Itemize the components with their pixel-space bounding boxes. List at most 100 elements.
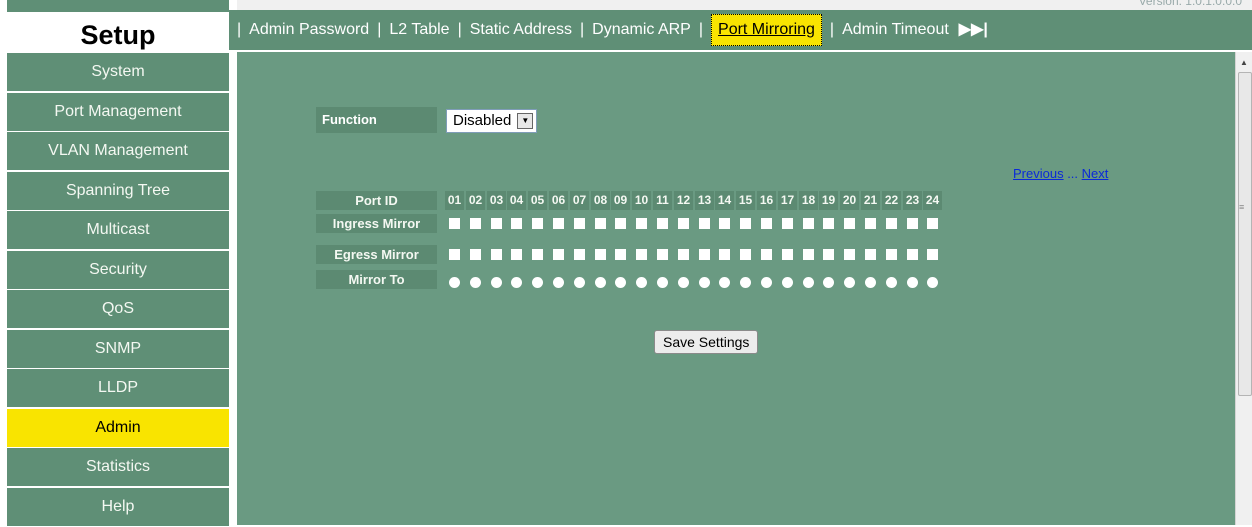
mirror-to-radio[interactable] bbox=[491, 277, 502, 288]
egress-mirror-checkbox[interactable] bbox=[449, 249, 460, 260]
mirror-to-radio[interactable] bbox=[511, 277, 522, 288]
mirror-to-radio[interactable] bbox=[595, 277, 606, 288]
function-select[interactable]: Disabled ▼ bbox=[446, 109, 538, 133]
ingress-mirror-checkbox[interactable] bbox=[865, 218, 876, 229]
egress-mirror-checkbox[interactable] bbox=[886, 249, 897, 260]
ingress-mirror-checkbox[interactable] bbox=[491, 218, 502, 229]
egress-mirror-checkbox[interactable] bbox=[719, 249, 730, 260]
mirror-to-radio[interactable] bbox=[636, 277, 647, 288]
egress-mirror-checkbox[interactable] bbox=[511, 249, 522, 260]
tab-admin-password[interactable]: Admin Password bbox=[249, 10, 369, 50]
sidebar-item-lldp[interactable]: LLDP bbox=[7, 369, 229, 407]
egress-mirror-checkbox[interactable] bbox=[907, 249, 918, 260]
egress-mirror-checkbox[interactable] bbox=[699, 249, 710, 260]
scroll-up-icon[interactable]: ▲ bbox=[1240, 58, 1248, 67]
ingress-mirror-checkbox[interactable] bbox=[449, 218, 460, 229]
mirror-to-radio[interactable] bbox=[553, 277, 564, 288]
ingress-mirror-checkbox[interactable] bbox=[574, 218, 585, 229]
egress-mirror-checkbox[interactable] bbox=[740, 249, 751, 260]
ingress-mirror-checkbox[interactable] bbox=[511, 218, 522, 229]
ingress-mirror-checkbox[interactable] bbox=[470, 218, 481, 229]
sidebar-item-system[interactable]: System bbox=[7, 53, 229, 91]
tab-admin-timeout[interactable]: Admin Timeout bbox=[842, 10, 949, 50]
egress-mirror-checkbox[interactable] bbox=[574, 249, 585, 260]
mirror-to-radio[interactable] bbox=[740, 277, 751, 288]
tab-port-mirroring[interactable]: Port Mirroring bbox=[711, 14, 822, 46]
egress-mirror-checkbox[interactable] bbox=[844, 249, 855, 260]
mirror-to-radio[interactable] bbox=[927, 277, 938, 288]
ingress-mirror-checkbox[interactable] bbox=[636, 218, 647, 229]
sidebar-item-multicast[interactable]: Multicast bbox=[7, 211, 229, 249]
mirror-to-radio[interactable] bbox=[615, 277, 626, 288]
sidebar-item-qos[interactable]: QoS bbox=[7, 290, 229, 328]
ingress-mirror-checkbox[interactable] bbox=[615, 218, 626, 229]
egress-mirror-checkbox[interactable] bbox=[782, 249, 793, 260]
sidebar-item-snmp[interactable]: SNMP bbox=[7, 329, 229, 368]
ingress-mirror-checkbox[interactable] bbox=[699, 218, 710, 229]
mirror-to-radio[interactable] bbox=[657, 277, 668, 288]
ingress-mirror-checkbox[interactable] bbox=[657, 218, 668, 229]
egress-mirror-checkbox[interactable] bbox=[678, 249, 689, 260]
mirror-to-radio[interactable] bbox=[470, 277, 481, 288]
port-id-cell: 10 bbox=[632, 191, 651, 210]
chevron-down-icon[interactable]: ▼ bbox=[517, 113, 534, 129]
vertical-scrollbar[interactable]: ▲ ≡ bbox=[1235, 52, 1252, 525]
mirror-to-radio[interactable] bbox=[719, 277, 730, 288]
egress-mirror-checkbox[interactable] bbox=[636, 249, 647, 260]
sidebar-item-port-management[interactable]: Port Management bbox=[7, 92, 229, 131]
sidebar-item-spanning-tree[interactable]: Spanning Tree bbox=[7, 171, 229, 210]
mirror-to-radio[interactable] bbox=[907, 277, 918, 288]
sidebar-item-statistics[interactable]: Statistics bbox=[7, 448, 229, 486]
ingress-mirror-checkbox[interactable] bbox=[761, 218, 772, 229]
mirror-to-radio[interactable] bbox=[761, 277, 772, 288]
egress-mirror-checkbox[interactable] bbox=[615, 249, 626, 260]
mirror-to-radio[interactable] bbox=[782, 277, 793, 288]
ingress-mirror-checkbox[interactable] bbox=[595, 218, 606, 229]
sidebar-item-security[interactable]: Security bbox=[7, 250, 229, 289]
egress-mirror-checkbox[interactable] bbox=[491, 249, 502, 260]
egress-mirror-checkbox[interactable] bbox=[761, 249, 772, 260]
egress-mirror-checkbox[interactable] bbox=[470, 249, 481, 260]
egress-mirror-checkbox[interactable] bbox=[927, 249, 938, 260]
egress-mirror-checkbox[interactable] bbox=[532, 249, 543, 260]
sidebar-item-vlan-management[interactable]: VLAN Management bbox=[7, 132, 229, 170]
mirror-to-radio[interactable] bbox=[803, 277, 814, 288]
ingress-mirror-checkbox[interactable] bbox=[740, 218, 751, 229]
egress-mirror-checkbox[interactable] bbox=[553, 249, 564, 260]
mirror-to-radio[interactable] bbox=[678, 277, 689, 288]
save-settings-button[interactable]: Save Settings bbox=[654, 330, 759, 354]
sidebar-item-help[interactable]: Help bbox=[7, 487, 229, 526]
egress-mirror-checkbox[interactable] bbox=[595, 249, 606, 260]
tab-static-address[interactable]: Static Address bbox=[470, 10, 572, 50]
fast-forward-icon[interactable]: ▶▶| bbox=[959, 10, 988, 50]
previous-link[interactable]: Previous bbox=[1013, 166, 1064, 181]
ingress-mirror-checkbox[interactable] bbox=[553, 218, 564, 229]
next-link[interactable]: Next bbox=[1082, 166, 1109, 181]
ingress-mirror-checkbox[interactable] bbox=[886, 218, 897, 229]
egress-mirror-checkbox[interactable] bbox=[823, 249, 834, 260]
ingress-mirror-checkbox[interactable] bbox=[844, 218, 855, 229]
mirror-to-radio[interactable] bbox=[886, 277, 897, 288]
ingress-mirror-checkbox[interactable] bbox=[678, 218, 689, 229]
mirror-to-radio[interactable] bbox=[823, 277, 834, 288]
mirror-to-radio[interactable] bbox=[699, 277, 710, 288]
egress-mirror-checkbox[interactable] bbox=[865, 249, 876, 260]
tab-dynamic-arp[interactable]: Dynamic ARP bbox=[592, 10, 691, 50]
ingress-mirror-checkbox[interactable] bbox=[782, 218, 793, 229]
ingress-mirror-checkbox[interactable] bbox=[719, 218, 730, 229]
mirror-to-radio[interactable] bbox=[532, 277, 543, 288]
ingress-mirror-checkbox[interactable] bbox=[823, 218, 834, 229]
ingress-mirror-checkbox[interactable] bbox=[803, 218, 814, 229]
egress-mirror-checkbox[interactable] bbox=[657, 249, 668, 260]
ingress-mirror-checkbox[interactable] bbox=[907, 218, 918, 229]
mirror-to-radio[interactable] bbox=[865, 277, 876, 288]
mirror-to-radio[interactable] bbox=[574, 277, 585, 288]
scrollbar-thumb[interactable] bbox=[1238, 72, 1252, 396]
ingress-mirror-checkbox[interactable] bbox=[532, 218, 543, 229]
ingress-mirror-checkbox[interactable] bbox=[927, 218, 938, 229]
mirror-to-radio[interactable] bbox=[449, 277, 460, 288]
sidebar-item-admin[interactable]: Admin bbox=[7, 408, 229, 447]
tab-l2-table[interactable]: L2 Table bbox=[389, 10, 449, 50]
egress-mirror-checkbox[interactable] bbox=[803, 249, 814, 260]
mirror-to-radio[interactable] bbox=[844, 277, 855, 288]
